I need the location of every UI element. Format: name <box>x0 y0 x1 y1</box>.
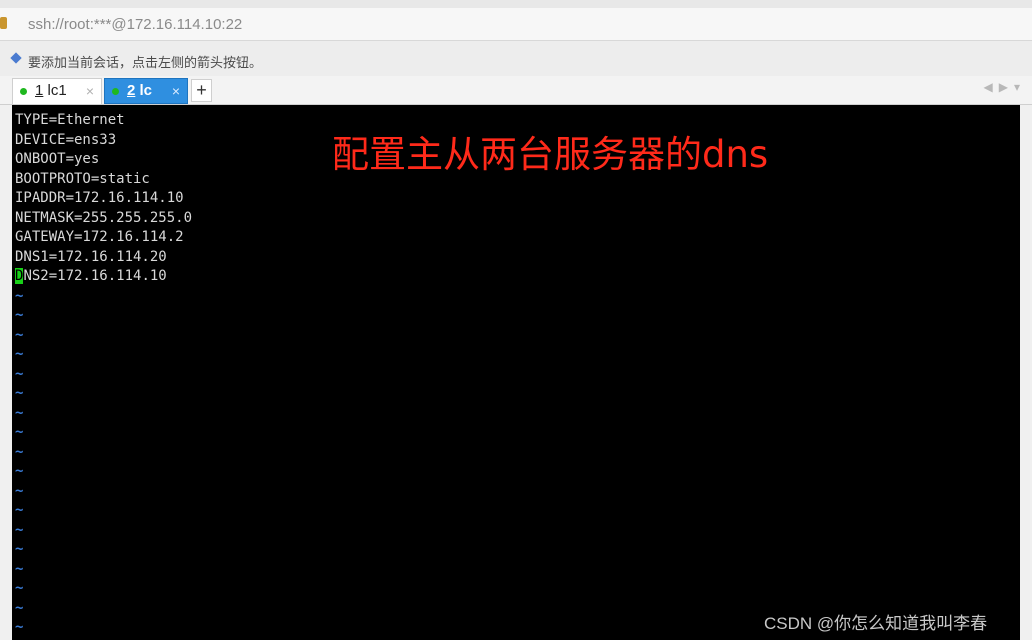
empty-line-marker: ~ <box>15 580 24 596</box>
arrow-icon[interactable] <box>10 52 22 64</box>
empty-line-marker: ~ <box>15 443 24 460</box>
status-dot-icon <box>20 88 27 95</box>
terminal-line: DEVICE=ens33 <box>15 131 117 148</box>
hint-text: 要添加当前会话，点击左侧的箭头按钮。 <box>28 55 263 70</box>
empty-line-marker: ~ <box>15 463 24 479</box>
tab-bar: 1 lc1 × 2 lc × + ◀▶▾ <box>0 76 1032 105</box>
chevron-right-icon[interactable]: ▶ <box>999 80 1014 94</box>
tab-scroll-controls[interactable]: ◀▶▾ <box>984 80 1027 94</box>
empty-line-marker: ~ <box>15 424 24 440</box>
empty-line-marker: ~ <box>15 307 24 323</box>
tab-lc[interactable]: 2 lc × <box>104 78 188 104</box>
add-tab-button[interactable]: + <box>191 79 212 102</box>
address-text[interactable]: ssh://root:***@172.16.114.10:22 <box>28 16 242 33</box>
empty-line-marker: ~ <box>15 287 24 304</box>
empty-line-marker: ~ <box>15 521 24 538</box>
empty-line-marker: ~ <box>15 385 24 401</box>
terminal-line: IPADDR=172.16.114.10 <box>15 190 184 206</box>
empty-line-marker: ~ <box>15 365 24 382</box>
tab-label: 2 lc <box>127 82 153 99</box>
empty-line-marker: ~ <box>15 619 24 635</box>
terminal-line: DNS2=172.16.114.10 <box>15 267 192 287</box>
terminal-line: ONBOOT=yes <box>15 151 100 167</box>
chevron-left-icon[interactable]: ◀ <box>984 80 999 94</box>
lock-icon <box>0 17 7 29</box>
terminal-line: TYPE=Ethernet <box>15 112 125 128</box>
empty-line-marker: ~ <box>15 560 24 577</box>
empty-line-marker: ~ <box>15 404 24 421</box>
terminal-line-text: NS2=172.16.114.10 <box>23 268 167 284</box>
session-hint-bar: 要添加当前会话，点击左侧的箭头按钮。 <box>0 41 1032 76</box>
address-bar[interactable]: ssh://root:***@172.16.114.10:22 <box>0 8 1032 41</box>
close-icon[interactable]: × <box>86 79 94 103</box>
empty-line-marker: ~ <box>15 346 24 362</box>
window-right-frame <box>1020 105 1032 640</box>
terminal-line: DNS1=172.16.114.20 <box>15 248 167 265</box>
close-icon[interactable]: × <box>172 79 180 103</box>
empty-line-marker: ~ <box>15 482 24 499</box>
terminal-line: NETMASK=255.255.255.0 <box>15 209 193 226</box>
tab-lc1[interactable]: 1 lc1 × <box>12 78 102 104</box>
terminal-line: BOOTPROTO=static <box>15 170 150 187</box>
tab-label: 1 lc1 <box>35 82 67 99</box>
empty-line-marker: ~ <box>15 502 24 518</box>
terminal-line: GATEWAY=172.16.114.2 <box>15 229 184 245</box>
empty-line-marker: ~ <box>15 599 24 616</box>
annotation-text: 配置主从两台服务器的dns <box>332 133 769 176</box>
empty-line-marker: ~ <box>15 541 24 557</box>
terminal-screen[interactable]: TYPE=Ethernet DEVICE=ens33 ONBOOT=yes BOOTP… <box>12 105 1020 640</box>
chevron-down-icon[interactable]: ▾ <box>1014 80 1026 94</box>
watermark: CSDN @你怎么知道我叫李春 <box>764 614 988 633</box>
terminal-text: TYPE=Ethernet DEVICE=ens33 ONBOOT=yes BOOTP… <box>15 111 192 638</box>
empty-line-marker: ~ <box>15 326 24 343</box>
status-dot-icon <box>112 88 119 95</box>
